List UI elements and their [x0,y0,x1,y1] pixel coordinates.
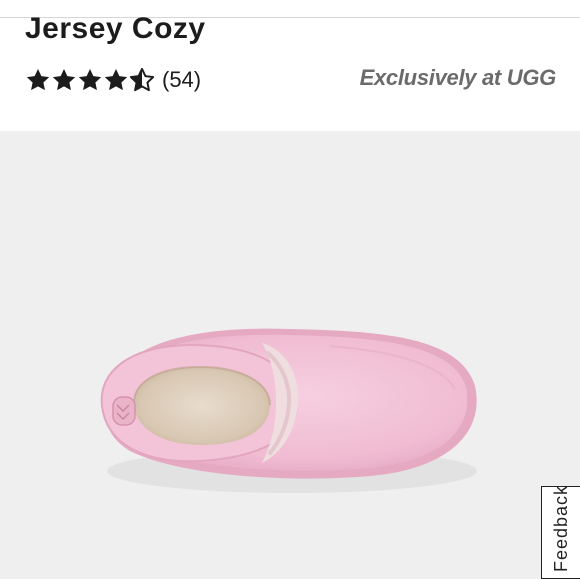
product-image[interactable] [0,131,580,579]
product-rating[interactable]: (54) [25,64,201,96]
product-title: Jersey Cozy [25,12,206,45]
feedback-label: Feedback [551,486,571,572]
exclusive-badge: Exclusively at UGG [359,65,557,90]
star-full-icon [51,67,77,93]
star-full-icon [103,67,129,93]
rating-stars [25,67,155,93]
star-full-icon [77,67,103,93]
boot-image [100,328,477,493]
star-full-icon [25,67,51,93]
feedback-tab[interactable]: Feedback [541,486,580,579]
product-page: Jersey Cozy (54) Exclusively at UGG Feed… [0,0,580,579]
star-half-icon [129,67,155,93]
review-count: (54) [162,67,202,92]
